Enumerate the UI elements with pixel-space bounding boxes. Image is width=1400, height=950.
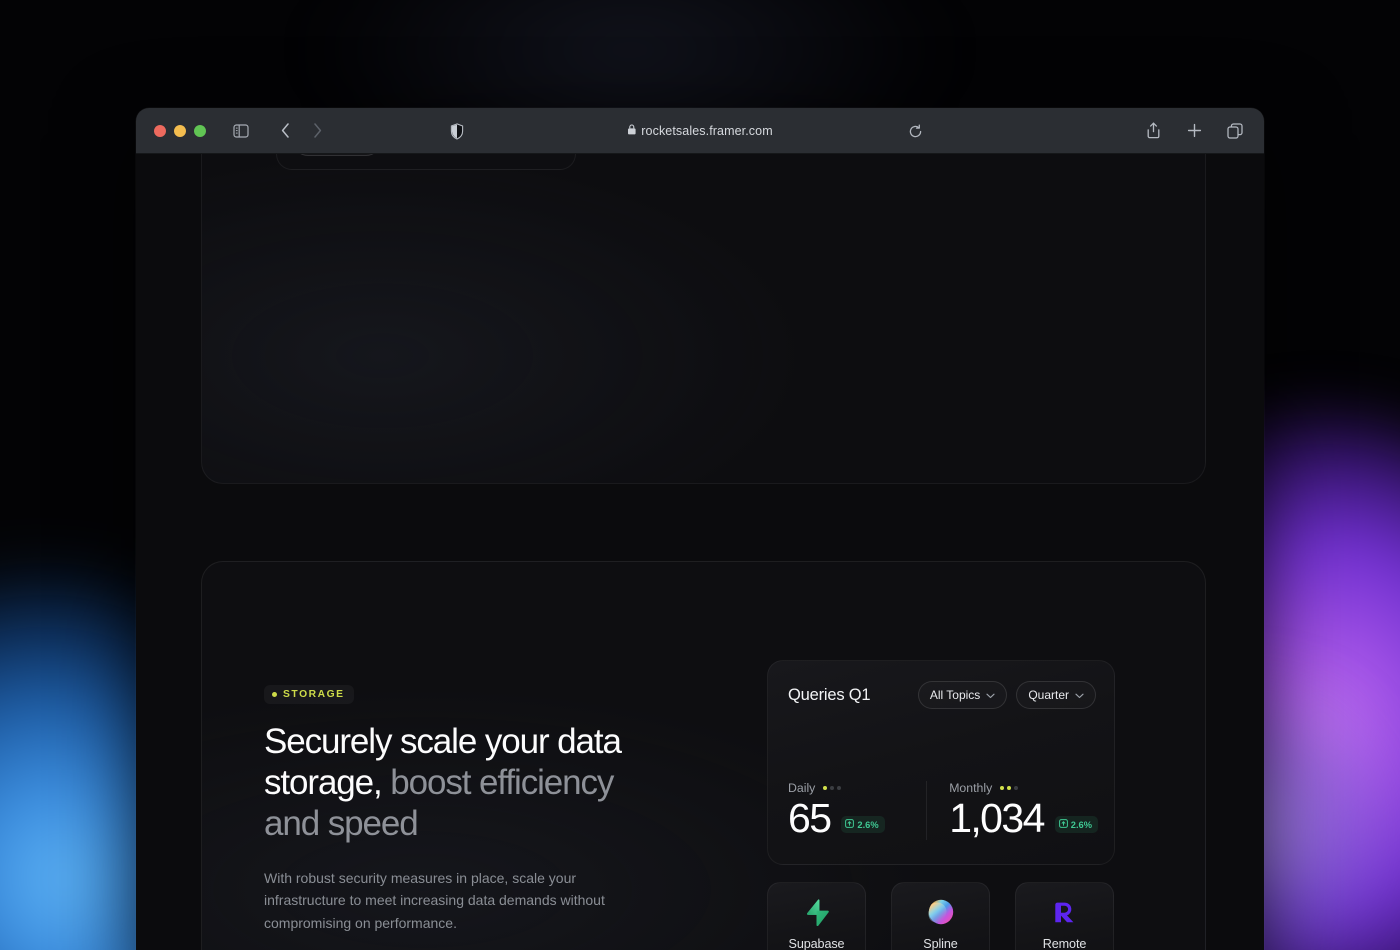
analytics-chart-panel: 0 15 30 45 60 All times [276, 154, 576, 170]
supabase-bolt-icon [803, 898, 831, 926]
stat-monthly-value: 1,034 [949, 797, 1044, 840]
queries-card-title: Queries Q1 [788, 686, 870, 705]
stat-monthly-delta-value: 2.6% [1071, 820, 1092, 830]
chevron-right-icon[interactable] [304, 120, 330, 142]
stat-monthly: Monthly 1,034 [926, 781, 1098, 840]
window-controls [136, 125, 206, 137]
dot-filled [1007, 786, 1011, 790]
queries-stats-card: Queries Q1 All Topics Quarter [767, 660, 1115, 865]
plus-icon[interactable] [1181, 120, 1207, 142]
queries-card-header: Queries Q1 All Topics Quarter [788, 681, 1096, 709]
remote-r-icon [1051, 898, 1079, 926]
queries-filters: All Topics Quarter [918, 681, 1096, 709]
all-times-filter-button[interactable]: All times [293, 154, 381, 156]
shield-icon [450, 123, 464, 140]
storage-badge: STORAGE [264, 685, 354, 704]
stat-daily-delta-value: 2.6% [857, 820, 878, 830]
arrow-up-box-icon [1059, 819, 1068, 830]
logo-name: Remote [1043, 937, 1087, 950]
arrow-up-box-icon [845, 819, 854, 830]
stat-monthly-header: Monthly [949, 781, 1098, 795]
integration-logo-tiles: Supabase [767, 882, 1114, 950]
dot-empty [837, 786, 841, 790]
chevron-down-icon [986, 688, 995, 702]
queries-stats-row: Daily 65 [788, 781, 1098, 840]
stat-monthly-value-row: 1,034 2.6% [949, 797, 1098, 840]
dot-filled [823, 786, 827, 790]
stat-daily-value: 65 [788, 797, 830, 840]
badge-dot-icon [272, 692, 277, 697]
minimize-window-button[interactable] [174, 125, 186, 137]
reload-button[interactable] [908, 108, 923, 154]
quarter-label: Quarter [1028, 688, 1069, 702]
storage-subtitle: With robust security measures in place, … [264, 867, 616, 934]
stat-daily: Daily 65 [788, 781, 926, 840]
logo-name: Spline [923, 937, 957, 950]
logo-tile-remote[interactable]: Remote [1015, 882, 1114, 950]
browser-window: rocketsales.framer.com [136, 108, 1264, 950]
browser-toolbar: rocketsales.framer.com [136, 108, 1264, 154]
sidebar-icon[interactable] [228, 120, 254, 142]
lock-icon [627, 124, 636, 138]
storage-heading: Securely scale your data storage, boost … [264, 722, 664, 845]
storage-badge-label: STORAGE [283, 689, 345, 700]
dot-empty [830, 786, 834, 790]
dot-empty [1014, 786, 1018, 790]
quarter-filter-button[interactable]: Quarter [1016, 681, 1096, 709]
stat-monthly-delta-badge: 2.6% [1055, 816, 1098, 833]
stat-monthly-label: Monthly [949, 781, 992, 795]
dot-filled [1000, 786, 1004, 790]
page-viewport: 0 15 30 45 60 All times [136, 154, 1264, 950]
stat-daily-value-row: 65 2.6% [788, 797, 926, 840]
toolbar-right-actions [1140, 120, 1248, 142]
stat-daily-header: Daily [788, 781, 926, 795]
navigation-buttons [272, 120, 330, 142]
hero-section-card: 0 15 30 45 60 All times [201, 154, 1206, 484]
stat-daily-label: Daily [788, 781, 815, 795]
spline-sphere-icon [927, 898, 955, 926]
storage-copy: STORAGE Securely scale your data storage… [264, 684, 664, 934]
address-bar[interactable]: rocketsales.framer.com [627, 124, 772, 138]
all-topics-filter-button[interactable]: All Topics [918, 681, 1007, 709]
logo-name: Supabase [789, 937, 845, 950]
stat-monthly-dots [1000, 786, 1018, 790]
url-text: rocketsales.framer.com [641, 124, 772, 138]
stat-daily-dots [823, 786, 841, 790]
chevron-down-icon [1075, 688, 1084, 702]
privacy-report-button[interactable] [450, 108, 464, 154]
logo-tile-spline[interactable]: Spline [891, 882, 990, 950]
close-window-button[interactable] [154, 125, 166, 137]
tab-overview-icon[interactable] [1222, 120, 1248, 142]
storage-section-card: STORAGE Securely scale your data storage… [201, 561, 1206, 950]
chevron-left-icon[interactable] [272, 120, 298, 142]
reload-icon [908, 124, 923, 139]
logo-tile-supabase[interactable]: Supabase [767, 882, 866, 950]
maximize-window-button[interactable] [194, 125, 206, 137]
share-icon[interactable] [1140, 120, 1166, 142]
all-topics-label: All Topics [930, 688, 980, 702]
stat-daily-delta-badge: 2.6% [841, 816, 884, 833]
